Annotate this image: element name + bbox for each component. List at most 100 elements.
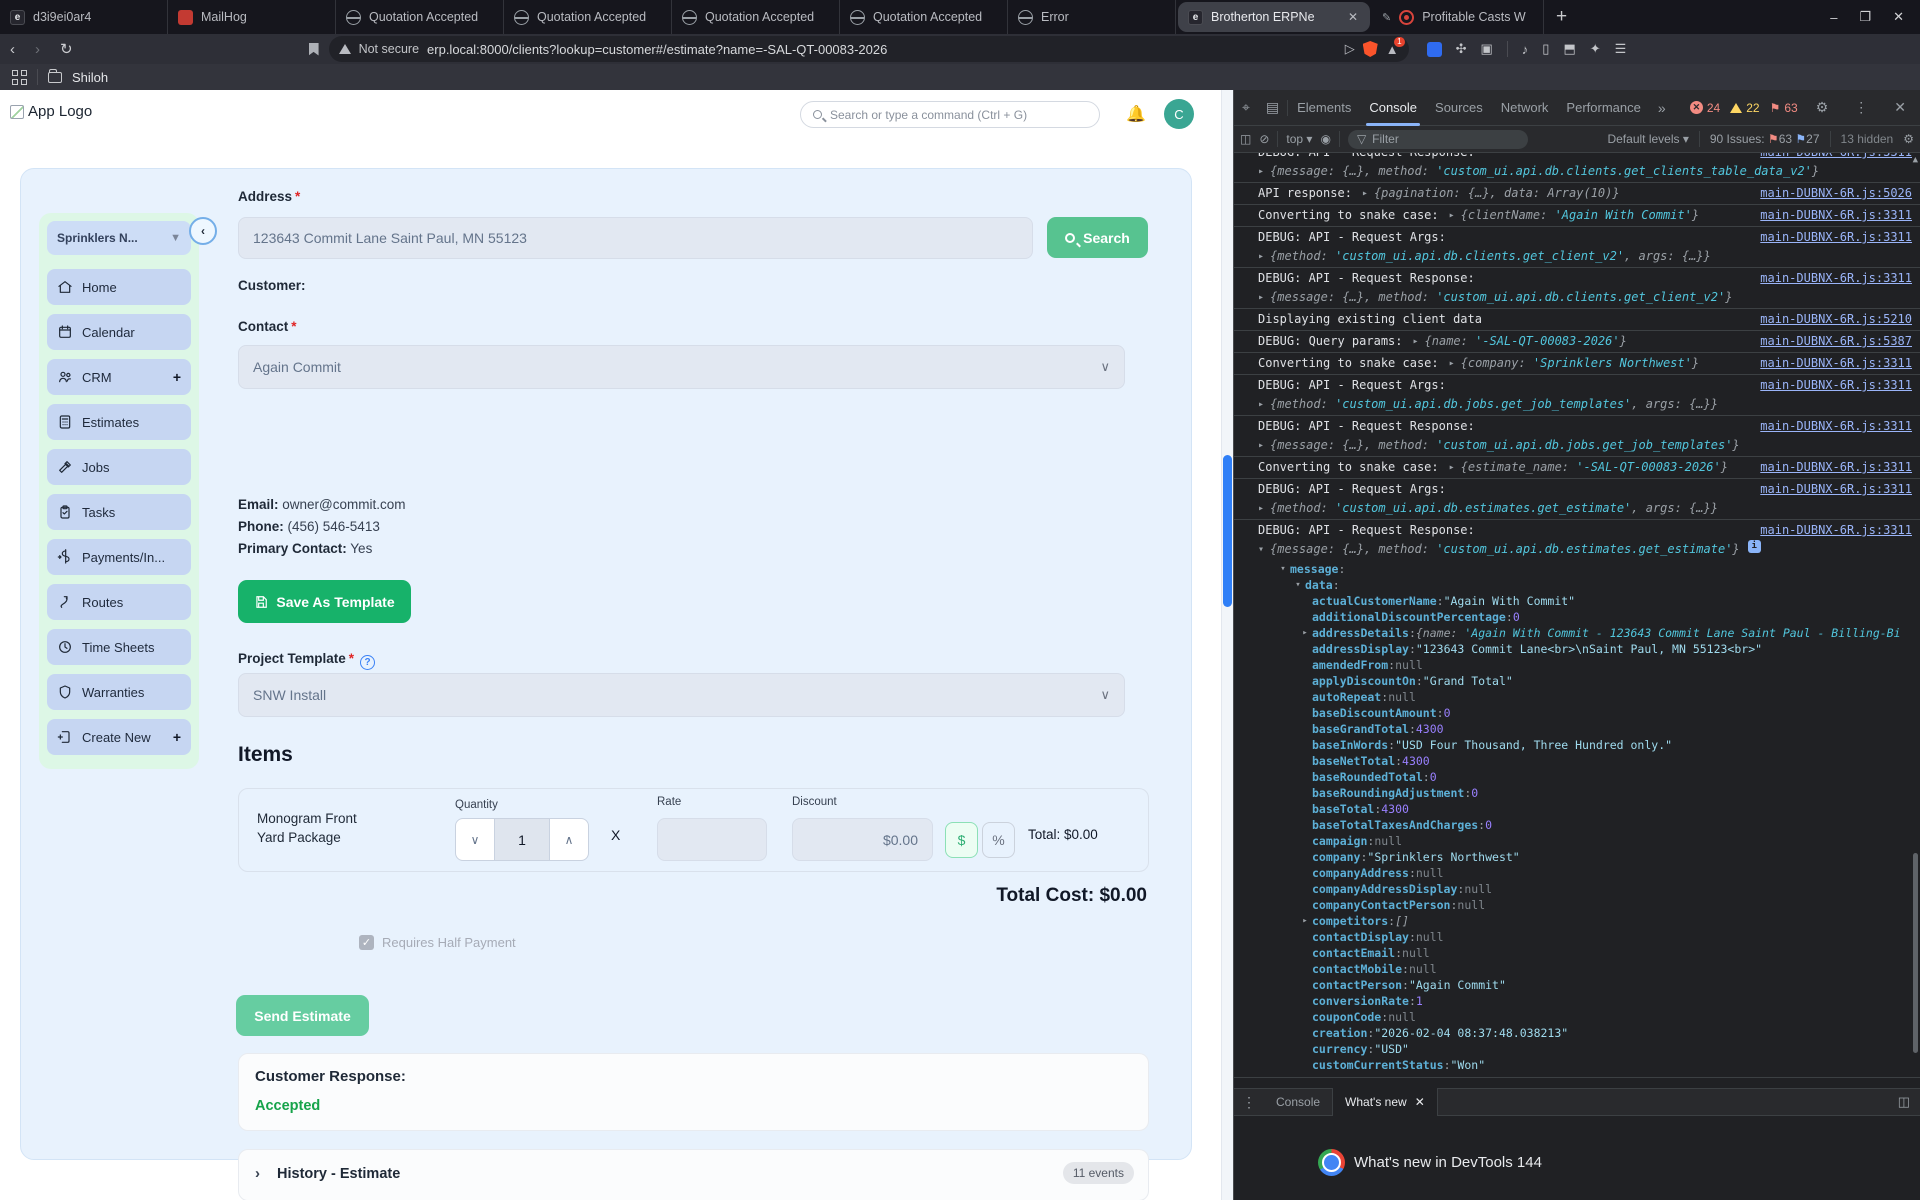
expand-arrow-icon[interactable]: ▸ — [1258, 247, 1264, 266]
console-message[interactable]: API response: ▸ {pagination: {…}, data: Ar… — [1234, 183, 1920, 205]
media-icon[interactable]: ♪ — [1522, 42, 1529, 57]
quantity-increase-button[interactable]: ∧ — [550, 819, 588, 860]
object-preview[interactable]: {clientName: 'Again With Commit'} — [1461, 206, 1699, 225]
object-preview[interactable]: {message: {…}, method: 'custom_ui.api.db… — [1270, 436, 1740, 455]
eye-icon[interactable]: ◉ — [1320, 132, 1330, 146]
project-template-select[interactable]: SNW Install ∨ — [238, 673, 1125, 717]
discount-dollar-button[interactable]: $ — [945, 822, 978, 858]
warning-count[interactable]: 22 — [1730, 101, 1760, 115]
half-payment-checkbox[interactable]: ✓ — [359, 935, 374, 950]
tree-property[interactable]: companyAddressDisplay: null — [1234, 881, 1920, 897]
console-message[interactable]: Converting to snake case: ▸ {clientName: '… — [1234, 205, 1920, 227]
console-message[interactable]: DEBUG: API - Request Response: main-DUBNX… — [1234, 416, 1920, 457]
tree-property[interactable]: companyAddress: null — [1234, 865, 1920, 881]
source-link[interactable]: main-DUBNX-6R.js:5210 — [1748, 310, 1912, 329]
source-link[interactable]: main-DUBNX-6R.js:3311 — [1748, 376, 1912, 395]
url-bar[interactable]: Not secure erp.local:8000/clients?lookup… — [328, 36, 1409, 62]
tree-property[interactable]: addressDisplay: "123643 Commit Lane<br>\… — [1234, 641, 1920, 657]
source-link[interactable]: main-DUBNX-6R.js:3311 — [1748, 458, 1912, 477]
drawer-tab-close-icon[interactable]: ✕ — [1415, 1095, 1425, 1109]
drawer-kebab-icon[interactable]: ⋮ — [1234, 1094, 1264, 1111]
source-link[interactable]: main-DUBNX-6R.js:5387 — [1748, 332, 1912, 351]
info-icon[interactable]: i — [1747, 540, 1761, 553]
source-link[interactable]: main-DUBNX-6R.js:3311 — [1748, 269, 1912, 288]
object-preview[interactable]: {method: 'custom_ui.api.db.estimates.get… — [1270, 499, 1718, 518]
console-settings-gear-icon[interactable]: ⚙ — [1903, 132, 1914, 146]
global-search-input[interactable]: Search or type a command (Ctrl + G) — [800, 101, 1100, 128]
tree-property[interactable]: baseDiscountAmount: 0 — [1234, 705, 1920, 721]
help-icon[interactable]: ? — [360, 655, 376, 670]
page-scrollbar[interactable] — [1221, 90, 1233, 1200]
tree-property[interactable]: baseNetTotal: 4300 — [1234, 753, 1920, 769]
quantity-value[interactable]: 1 — [494, 819, 550, 860]
tree-property[interactable]: ▸ competitors: [] — [1234, 913, 1920, 929]
more-tabs-icon[interactable]: » — [1650, 100, 1674, 116]
expand-arrow-icon[interactable]: ▸ — [1413, 332, 1419, 351]
object-preview[interactable]: {pagination: {…}, data: Array(10)} — [1374, 184, 1620, 203]
send-estimate-button[interactable]: Send Estimate — [236, 995, 369, 1036]
reload-button[interactable]: ↻ — [50, 40, 83, 58]
brave-shield-icon[interactable] — [1362, 41, 1378, 57]
tree-property[interactable]: ▸ addressDetails: {name: 'Again With Comm… — [1234, 625, 1920, 641]
browser-tab[interactable]: Error — [1008, 0, 1176, 34]
object-preview[interactable]: {method: 'custom_ui.api.db.clients.get_c… — [1270, 247, 1711, 266]
leo-ai-icon[interactable]: ✦ — [1590, 41, 1601, 57]
console-filter-input[interactable]: ▽ Filter — [1347, 129, 1528, 149]
address-input[interactable]: 123643 Commit Lane Saint Paul, MN 55123 — [238, 217, 1033, 259]
contact-select[interactable]: Again Commit ∨ — [238, 345, 1125, 389]
expand-arrow-icon[interactable]: ▾ — [1276, 561, 1290, 577]
tree-property[interactable]: contactMobile: null — [1234, 961, 1920, 977]
expand-arrow-icon[interactable]: ▸ — [1258, 162, 1264, 181]
close-devtools-icon[interactable]: ✕ — [1886, 99, 1914, 116]
object-preview[interactable]: {name: '-SAL-QT-00083-2026'} — [1425, 332, 1627, 351]
sidebar-toggle-icon[interactable]: ▯ — [1542, 41, 1549, 57]
console-sidebar-icon[interactable]: ◫ — [1240, 132, 1251, 146]
quantity-decrease-button[interactable]: ∨ — [456, 819, 494, 860]
extension-icon[interactable] — [1426, 41, 1442, 57]
devtools-tab-elements[interactable]: Elements — [1288, 90, 1360, 126]
clear-console-icon[interactable]: ⊘ — [1259, 132, 1269, 146]
window-minimize-button[interactable]: – — [1830, 10, 1837, 25]
bookmark-folder-shiloh[interactable]: Shiloh — [72, 70, 108, 85]
expand-arrow-icon[interactable]: ▸ — [1362, 184, 1368, 203]
console-message[interactable]: DEBUG: API - Request Response: main-DUBNX… — [1234, 268, 1920, 309]
search-button[interactable]: Search — [1047, 217, 1148, 258]
browser-tab[interactable]: Quotation Accepted — [840, 0, 1008, 34]
browser-tab[interactable]: e Brotherton ERPNe ✕ — [1178, 2, 1370, 32]
console-message[interactable]: Displaying existing client data main-DUBN… — [1234, 309, 1920, 331]
console-message[interactable]: DEBUG: API - Request Response: main-DUBNX… — [1234, 520, 1920, 1078]
browser-tab[interactable]: Quotation Accepted — [672, 0, 840, 34]
tree-property[interactable]: couponCode: null — [1234, 1009, 1920, 1025]
expand-arrow-icon[interactable]: ▾ — [1291, 577, 1305, 593]
console-message[interactable]: DEBUG: Query params: ▸ {name: '-SAL-QT-000… — [1234, 331, 1920, 353]
save-as-template-button[interactable]: Save As Template — [238, 580, 411, 623]
history-section[interactable]: › History - Estimate 11 events — [238, 1149, 1149, 1200]
tree-property[interactable]: conversionRate: 1 — [1234, 993, 1920, 1009]
browser-tab[interactable]: Quotation Accepted — [504, 0, 672, 34]
settings-gear-icon[interactable]: ⚙ — [1808, 99, 1837, 116]
console-message[interactable]: DEBUG: API - Request Args: main-DUBNX-6R.… — [1234, 479, 1920, 520]
devtools-tab-sources[interactable]: Sources — [1426, 90, 1492, 126]
source-link[interactable]: main-DUBNX-6R.js:3311 — [1748, 153, 1912, 162]
url-text[interactable]: erp.local:8000/clients?lookup=customer#/… — [427, 42, 1337, 57]
object-preview[interactable]: {message: {…}, method: 'custom_ui.api.db… — [1270, 162, 1819, 181]
device-toolbar-icon[interactable]: ▤ — [1258, 99, 1287, 116]
expand-arrow-icon[interactable]: ▾ — [1258, 540, 1264, 559]
tree-property[interactable]: actualCustomerName: "Again With Commit" — [1234, 593, 1920, 609]
context-selector[interactable]: top ▾ — [1286, 132, 1312, 146]
tree-property[interactable]: campaign: null — [1234, 833, 1920, 849]
tree-node[interactable]: ▾ data: — [1234, 577, 1920, 593]
error-count[interactable]: ✕ 24 — [1689, 101, 1720, 115]
scrollbar-thumb[interactable] — [1223, 455, 1232, 607]
tree-property[interactable]: additionalDiscountPercentage: 0 — [1234, 609, 1920, 625]
browser-tab[interactable]: Quotation Accepted — [336, 0, 504, 34]
extension-icon[interactable]: ✣ — [1456, 41, 1467, 57]
drawer-tab-what-s-new[interactable]: What's new ✕ — [1332, 1088, 1438, 1116]
kebab-menu-icon[interactable]: ⋮ — [1846, 99, 1876, 116]
console-message[interactable]: DEBUG: API - Request Response: main-DUBNX… — [1234, 153, 1920, 183]
console-log[interactable]: ▲ DEBUG: API - Request Response: main-DUB… — [1234, 153, 1920, 1088]
tree-property[interactable]: baseTotal: 4300 — [1234, 801, 1920, 817]
source-link[interactable]: main-DUBNX-6R.js:3311 — [1748, 521, 1912, 540]
issues-count[interactable]: ⚑ 63 — [1770, 101, 1798, 115]
tree-property[interactable]: customCurrentStatus: "Won" — [1234, 1057, 1920, 1073]
